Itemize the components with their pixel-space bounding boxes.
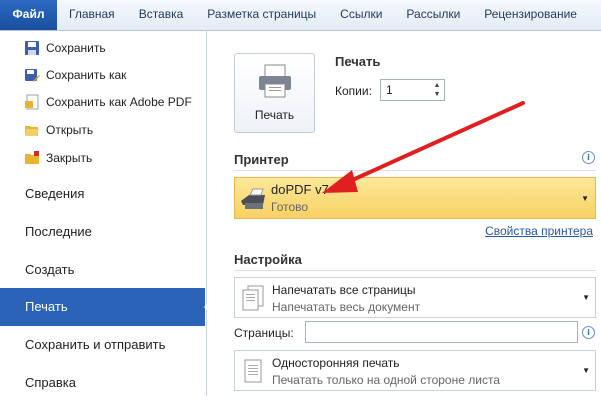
open-folder-icon	[24, 122, 40, 138]
info-icon[interactable]: i	[582, 326, 595, 339]
close-command[interactable]: Закрыть	[0, 145, 205, 171]
chevron-down-icon: ▼	[581, 194, 589, 203]
print-heading: Печать	[335, 54, 381, 69]
open-label: Открыть	[46, 123, 94, 137]
save-label: Сохранить	[46, 41, 106, 55]
section-save-send[interactable]: Сохранить и отправить	[0, 326, 205, 364]
tab-references[interactable]: Ссылки	[328, 0, 394, 30]
tab-review[interactable]: Рецензирование	[472, 0, 589, 30]
save-command[interactable]: Сохранить	[0, 35, 205, 61]
backstage-sidebar: Сохранить Сохранить как Сохранить как Ad…	[0, 31, 212, 396]
save-as-pdf-label: Сохранить как Adobe PDF	[46, 95, 192, 109]
print-sides-title: Односторонняя печать	[272, 356, 400, 370]
spin-arrows-icon[interactable]: ▲ ▼	[432, 81, 442, 99]
printer-device-icon	[241, 188, 265, 209]
print-button-label: Печать	[254, 108, 295, 122]
printer-divider	[234, 170, 596, 171]
save-as-icon	[24, 67, 40, 83]
section-help[interactable]: Справка	[0, 364, 205, 402]
tab-file[interactable]: Файл	[0, 0, 57, 30]
chevron-down-icon: ▼	[582, 293, 590, 302]
close-folder-icon	[24, 150, 40, 166]
printer-dropdown[interactable]: doPDF v7 Готово ▼	[234, 177, 596, 219]
pages-label: Страницы:	[234, 326, 294, 340]
single-side-icon	[244, 359, 262, 383]
save-as-label: Сохранить как	[46, 68, 127, 82]
copies-value: 1	[386, 83, 393, 97]
save-as-command[interactable]: Сохранить как	[0, 62, 205, 88]
print-settings-pane: Печать Печать Копии: 1 ▲ ▼ Принтер i doPD…	[207, 31, 601, 396]
adobe-pdf-icon	[24, 94, 40, 110]
settings-divider	[234, 270, 596, 271]
tab-insert[interactable]: Вставка	[127, 0, 196, 30]
section-print[interactable]: Печать	[0, 288, 212, 326]
printer-properties-link[interactable]: Свойства принтера	[485, 224, 593, 238]
save-icon	[24, 40, 40, 56]
copies-stepper[interactable]: 1 ▲ ▼	[380, 79, 445, 101]
print-sides-subtitle: Печатать только на одной стороне листа	[272, 373, 500, 387]
print-range-dropdown[interactable]: Напечатать все страницы Напечатать весь …	[234, 277, 596, 318]
open-command[interactable]: Открыть	[0, 117, 205, 143]
printer-icon	[259, 64, 291, 98]
printer-heading: Принтер	[234, 152, 289, 167]
printer-status: Готово	[271, 200, 309, 214]
section-info[interactable]: Сведения	[0, 175, 205, 213]
section-recent[interactable]: Последние	[0, 213, 205, 251]
ribbon-tabs: Файл Главная Вставка Разметка страницы С…	[0, 0, 601, 31]
section-new[interactable]: Создать	[0, 251, 205, 289]
printer-name: doPDF v7	[271, 182, 329, 197]
chevron-down-icon: ▼	[582, 366, 590, 375]
print-range-subtitle: Напечатать весь документ	[272, 300, 421, 314]
print-sides-dropdown[interactable]: Односторонняя печать Печатать только на …	[234, 350, 596, 391]
tab-page-layout[interactable]: Разметка страницы	[195, 0, 328, 30]
print-button[interactable]: Печать	[234, 53, 315, 133]
info-icon[interactable]: i	[582, 151, 595, 164]
close-label: Закрыть	[46, 151, 93, 165]
pages-icon	[242, 285, 264, 311]
save-as-pdf-command[interactable]: Сохранить как Adobe PDF	[0, 89, 205, 115]
pages-input[interactable]	[305, 321, 578, 343]
settings-heading: Настройка	[234, 252, 302, 267]
tab-mailings[interactable]: Рассылки	[394, 0, 472, 30]
print-range-title: Напечатать все страницы	[272, 283, 416, 297]
tab-home[interactable]: Главная	[57, 0, 127, 30]
copies-label: Копии:	[335, 84, 372, 98]
